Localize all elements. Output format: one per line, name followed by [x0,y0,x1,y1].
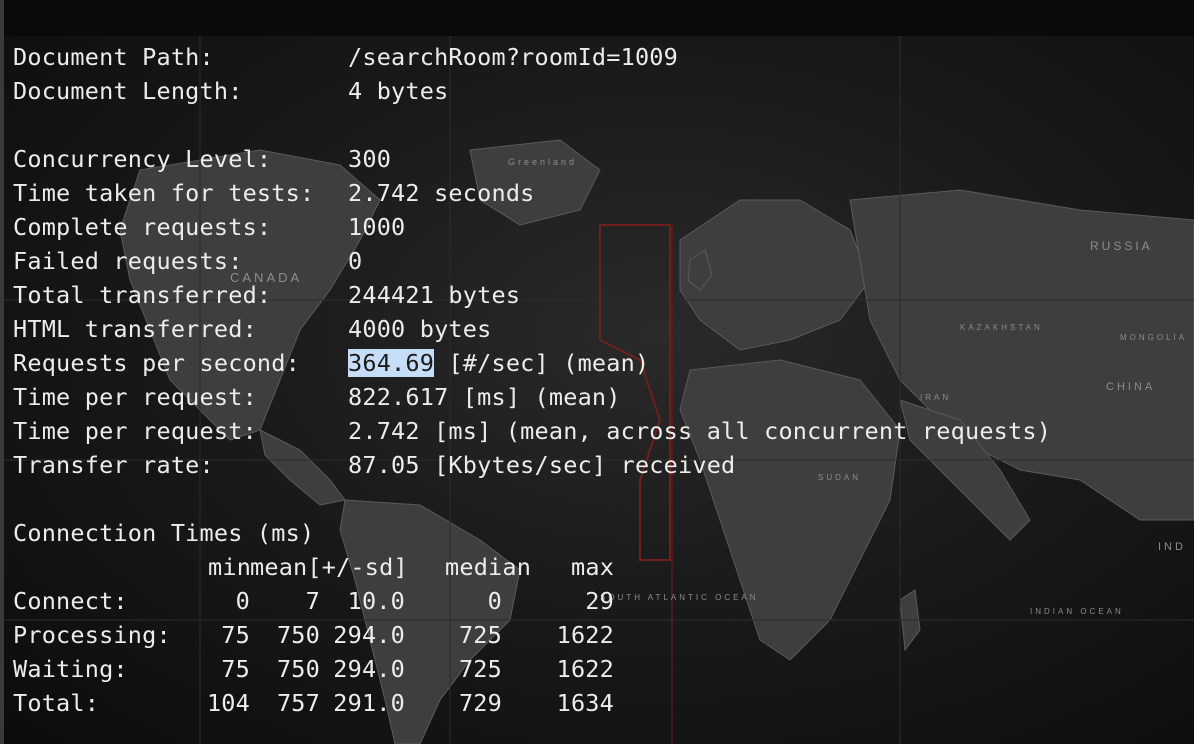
row-sd: 294.0 [333,655,405,683]
row-min: 75 [221,655,250,683]
stat-value: 244421 bytes [348,281,521,309]
stat-line: Time per request: 822.617 [ms] (mean) [13,380,1051,414]
stat-label: Time per request: [13,417,257,445]
row-max: 1622 [556,621,614,649]
row-label: Connect: [13,587,128,615]
terminal-top-band [0,0,1194,36]
row-mean: 7 [305,587,320,615]
stat-value: 2.742 [ms] (mean, across all concurrent … [348,417,1052,445]
row-mean: 750 [276,621,320,649]
stat-value: 822.617 [ms] (mean) [348,383,621,411]
connection-times-row: Total: 104 757 291.0 729 1634 [13,686,1051,720]
row-median: 725 [458,621,502,649]
row-median: 0 [487,587,502,615]
header-median: median [445,553,532,581]
stat-line: Transfer rate: 87.05 [Kbytes/sec] receive… [13,448,1051,482]
connection-times-header: min mean[+/-sd] median max [13,550,1051,584]
document-path-label: Document Path: [13,43,214,71]
row-min: 0 [235,587,250,615]
requests-per-second-line: Requests per second: 364.69 [#/sec] (mean… [13,346,1051,380]
row-sd: 10.0 [347,587,405,615]
row-label: Total: [13,689,100,717]
stat-label: Failed requests: [13,247,243,275]
stat-line: Complete requests: 1000 [13,210,1051,244]
stat-value: 0 [348,247,363,275]
stat-label: Time taken for tests: [13,179,315,207]
stat-value: 1000 [348,213,406,241]
selected-text[interactable]: 364.69 [348,349,435,377]
stat-label: Time per request: [13,383,257,411]
row-mean: 757 [276,689,320,717]
row-sd: 294.0 [333,621,405,649]
row-sd: 291.0 [333,689,405,717]
row-max: 29 [585,587,614,615]
stat-label: Transfer rate: [13,451,214,479]
terminal-window[interactable]: CANADA RUSSIA CHINA IND MONGOLIA KAZAKHS… [0,0,1194,744]
map-label-china: CHINA [1106,381,1155,393]
row-label: Processing: [13,621,171,649]
stat-label: Concurrency Level: [13,145,272,173]
row-max: 1622 [556,655,614,683]
stat-value: 300 [348,145,392,173]
connection-times-row: Connect: 0 7 10.0 0 29 [13,584,1051,618]
requests-per-second-unit: [#/sec] (mean) [434,349,650,377]
document-length-line: Document Length: 4 bytes [13,74,1051,108]
row-max: 1634 [556,689,614,717]
document-length-label: Document Length: [13,77,243,105]
benchmark-output[interactable]: Document Path: /searchRoom?roomId=1009 Do… [13,40,1051,720]
connection-times-row: Processing: 75 750 294.0 725 1622 [13,618,1051,652]
stat-line: Concurrency Level: 300 [13,142,1051,176]
stat-line: Time per request: 2.742 [ms] (mean, acros… [13,414,1051,448]
stat-label: Complete requests: [13,213,272,241]
map-label-india: IND [1158,541,1186,553]
row-mean: 750 [276,655,320,683]
document-path-line: Document Path: /searchRoom?roomId=1009 [13,40,1051,74]
terminal-left-edge [0,0,4,744]
document-path-value: /searchRoom?roomId=1009 [348,43,679,71]
stat-line: HTML transferred: 4000 bytes [13,312,1051,346]
stat-label: HTML transferred: [13,315,257,343]
stat-line: Failed requests: 0 [13,244,1051,278]
row-median: 729 [458,689,502,717]
stat-line: Time taken for tests: 2.742 seconds [13,176,1051,210]
connection-times-title: Connection Times (ms) [13,519,315,547]
requests-per-second-label: Requests per second: [13,349,300,377]
row-min: 75 [221,621,250,649]
header-max: max [571,553,615,581]
header-min: min [208,553,252,581]
stat-label: Total transferred: [13,281,272,309]
row-label: Waiting: [13,655,128,683]
row-min: 104 [206,689,250,717]
stat-value: 2.742 seconds [348,179,535,207]
connection-times-row: Waiting: 75 750 294.0 725 1622 [13,652,1051,686]
stat-value: 4000 bytes [348,315,492,343]
map-label-russia: RUSSIA [1090,239,1153,253]
row-median: 725 [458,655,502,683]
document-length-value: 4 bytes [348,77,449,105]
header-mean-sd: mean[+/-sd] [250,553,408,581]
stat-line: Total transferred: 244421 bytes [13,278,1051,312]
map-label-mongolia: MONGOLIA [1120,333,1187,342]
stat-value: 87.05 [Kbytes/sec] received [348,451,736,479]
